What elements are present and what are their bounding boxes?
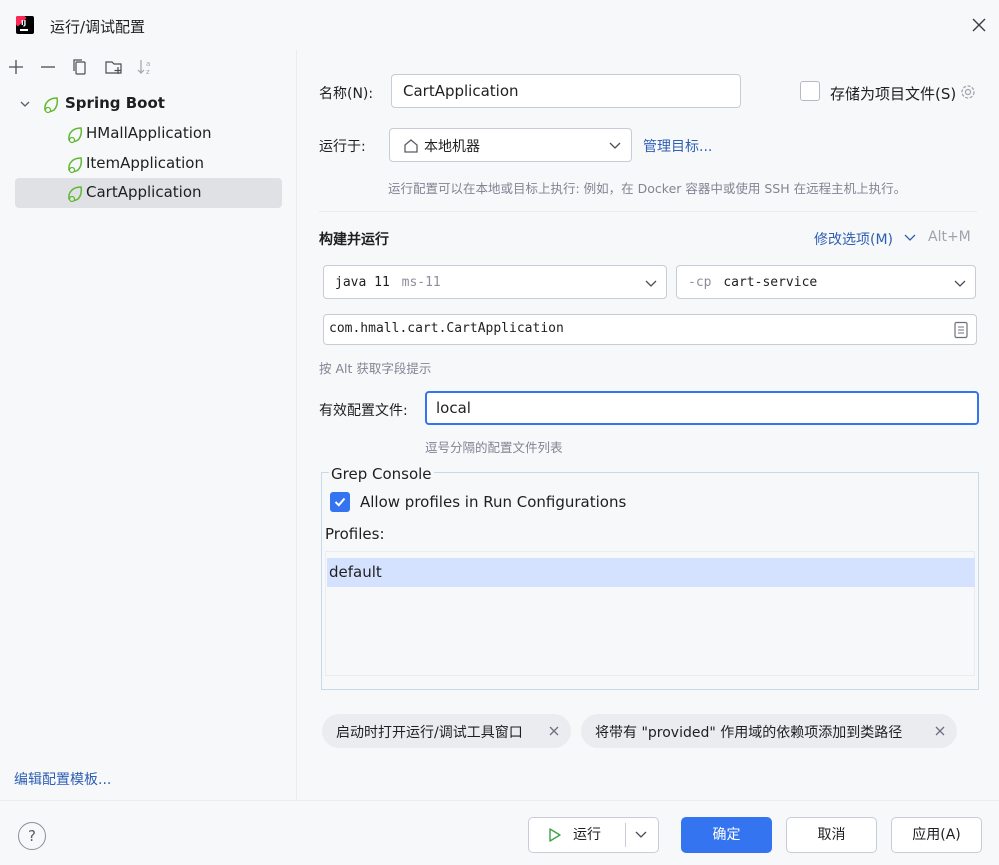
spring-boot-run-icon bbox=[68, 186, 83, 203]
title-bar: IJ 运行/调试配置 bbox=[0, 0, 999, 50]
apply-button[interactable]: 应用(A) bbox=[891, 817, 982, 853]
grep-console-title: Grep Console bbox=[329, 465, 434, 483]
main-class-field[interactable]: com.hmall.cart.CartApplication bbox=[323, 314, 977, 345]
allow-profiles-checkbox[interactable] bbox=[330, 492, 350, 512]
split-divider bbox=[625, 823, 626, 847]
profiles-list[interactable]: default bbox=[325, 551, 975, 676]
modify-options-link[interactable]: 修改选项(M) bbox=[814, 229, 893, 249]
store-as-file-checkbox[interactable] bbox=[800, 81, 820, 101]
store-as-file-label: 存储为项目文件(S) bbox=[830, 85, 957, 103]
dialog-footer: ? 运行 确定 取消 应用(A) bbox=[0, 800, 999, 865]
manage-targets-link[interactable]: 管理目标... bbox=[643, 136, 712, 156]
jdk-module: ms-11 bbox=[401, 275, 441, 290]
new-folder-icon[interactable] bbox=[104, 58, 124, 76]
tree-label: HMallApplication bbox=[86, 124, 212, 142]
tree-item-spring-boot[interactable]: Spring Boot bbox=[15, 89, 282, 119]
active-profiles-hint: 逗号分隔的配置文件列表 bbox=[425, 440, 563, 455]
spring-boot-run-icon bbox=[68, 157, 83, 174]
run-on-hint: 运行配置可以在本地或目标上执行: 例如，在 Docker 容器中或使用 SSH … bbox=[388, 181, 907, 196]
home-icon bbox=[404, 139, 418, 153]
add-icon[interactable] bbox=[6, 58, 26, 76]
tree-label: ItemApplication bbox=[86, 154, 204, 172]
build-and-run-heading: 构建并运行 bbox=[319, 232, 389, 248]
classpath-module: cart-service bbox=[723, 275, 818, 290]
jdk-version: java 11 bbox=[335, 275, 390, 290]
intellij-logo-icon: IJ bbox=[16, 16, 34, 34]
list-item[interactable]: default bbox=[327, 558, 975, 587]
chevron-down-icon[interactable] bbox=[19, 99, 31, 109]
divider bbox=[319, 211, 977, 212]
tree-item-cartapplication[interactable]: CartApplication bbox=[15, 178, 282, 208]
remove-icon[interactable] bbox=[38, 58, 58, 76]
allow-profiles-label: Allow profiles in Run Configurations bbox=[360, 493, 627, 511]
close-icon[interactable] bbox=[548, 725, 560, 737]
cancel-button[interactable]: 取消 bbox=[786, 817, 877, 853]
window-title: 运行/调试配置 bbox=[50, 18, 146, 36]
gear-icon[interactable] bbox=[958, 82, 978, 102]
run-button[interactable]: 运行 bbox=[528, 817, 659, 853]
chevron-down-icon bbox=[954, 280, 966, 287]
open-tool-window-chip[interactable]: 启动时打开运行/调试工具窗口 bbox=[322, 714, 571, 748]
close-icon[interactable] bbox=[934, 725, 946, 737]
chevron-down-icon bbox=[904, 234, 916, 241]
classpath-flag: -cp bbox=[688, 275, 712, 290]
checkmark-icon bbox=[334, 497, 346, 507]
help-button[interactable]: ? bbox=[18, 822, 46, 850]
play-icon bbox=[549, 828, 561, 842]
profiles-label: Profiles: bbox=[325, 525, 385, 543]
tree-label: CartApplication bbox=[86, 183, 202, 201]
chevron-down-icon bbox=[645, 280, 657, 287]
copy-icon[interactable] bbox=[70, 58, 90, 76]
tree-item-hmallapplication[interactable]: HMallApplication bbox=[15, 119, 282, 149]
sort-icon[interactable]: a z bbox=[136, 58, 156, 76]
configurations-sidebar: a z Spring Boot HMallApplication ItemApp… bbox=[0, 50, 297, 800]
browse-class-icon[interactable] bbox=[953, 321, 969, 339]
close-icon[interactable] bbox=[968, 14, 990, 36]
tree-label: Spring Boot bbox=[65, 94, 165, 112]
chevron-down-icon[interactable] bbox=[635, 831, 647, 839]
chevron-down-icon bbox=[609, 142, 621, 149]
spring-boot-icon bbox=[44, 97, 59, 114]
active-profiles-input[interactable]: local bbox=[425, 391, 979, 425]
tree-item-itemapplication[interactable]: ItemApplication bbox=[15, 149, 282, 179]
modify-options-shortcut: Alt+M bbox=[928, 229, 971, 245]
ok-button[interactable]: 确定 bbox=[681, 817, 772, 853]
edit-templates-link[interactable]: 编辑配置模板... bbox=[14, 769, 111, 789]
svg-text:z: z bbox=[146, 68, 150, 76]
alt-hint: 按 Alt 获取字段提示 bbox=[319, 361, 432, 376]
spring-boot-run-icon bbox=[68, 127, 83, 144]
run-on-label: 运行于: bbox=[319, 139, 366, 155]
jdk-select[interactable]: java 11 ms-11 bbox=[323, 265, 667, 299]
classpath-select[interactable]: -cp cart-service bbox=[676, 265, 976, 299]
svg-text:a: a bbox=[146, 60, 150, 68]
active-profiles-label: 有效配置文件: bbox=[319, 403, 408, 419]
name-label: 名称(N): bbox=[319, 86, 374, 102]
run-on-select[interactable]: 本地机器 bbox=[389, 128, 632, 162]
provided-scope-chip[interactable]: 将带有 "provided" 作用域的依赖项添加到类路径 bbox=[581, 714, 957, 748]
name-field[interactable]: CartApplication bbox=[391, 74, 741, 108]
